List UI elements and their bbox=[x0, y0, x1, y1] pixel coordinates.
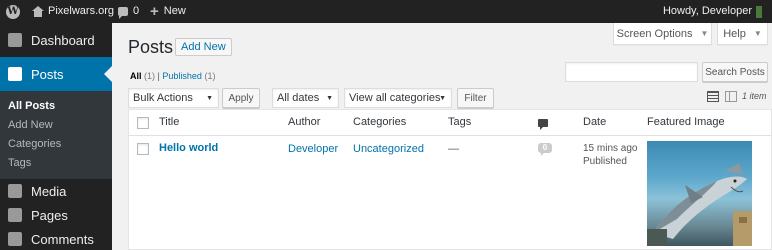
apply-button[interactable]: Apply bbox=[222, 88, 260, 108]
chevron-down-icon: ▼ bbox=[206, 94, 213, 102]
select-all-checkbox[interactable] bbox=[137, 117, 149, 129]
views-separator: | bbox=[157, 71, 160, 81]
admin-sidebar: Dashboard Posts All Posts Add New Catego… bbox=[0, 23, 112, 250]
column-title[interactable]: Title bbox=[159, 116, 179, 128]
view-published-count: (1) bbox=[204, 71, 216, 81]
post-status-views: All (1) | Published (1) bbox=[130, 71, 215, 81]
table-header: Title Author Categories Tags Date Featur… bbox=[129, 110, 771, 136]
avatar bbox=[756, 5, 762, 18]
items-count: 1 item bbox=[742, 91, 767, 101]
column-author: Author bbox=[288, 116, 321, 128]
posts-table: Title Author Categories Tags Date Featur… bbox=[128, 109, 772, 250]
submenu-tags[interactable]: Tags bbox=[0, 154, 112, 173]
submenu-add-new[interactable]: Add New bbox=[0, 116, 112, 135]
row-checkbox[interactable] bbox=[137, 143, 149, 155]
column-tags: Tags bbox=[448, 116, 472, 128]
help-button[interactable]: Help ▼ bbox=[717, 23, 768, 45]
excerpt-view-icon[interactable] bbox=[725, 91, 737, 102]
categories-select[interactable]: View all categories ▼ bbox=[344, 88, 452, 108]
admin-bar-new[interactable]: + New bbox=[150, 0, 186, 23]
post-status: Published bbox=[583, 156, 627, 167]
sidebar-item-comments[interactable]: Comments bbox=[0, 227, 112, 250]
pin-icon bbox=[8, 67, 22, 81]
comment-count-badge[interactable]: 0 bbox=[538, 143, 552, 156]
chevron-down-icon: ▼ bbox=[439, 94, 446, 102]
account-menu[interactable]: Howdy, Developer bbox=[663, 0, 772, 23]
bulk-actions-select[interactable]: Bulk Actions ▼ bbox=[128, 88, 219, 108]
column-date[interactable]: Date bbox=[583, 116, 606, 128]
view-all-count: (1) bbox=[144, 71, 156, 81]
dates-select[interactable]: All dates ▼ bbox=[272, 88, 339, 108]
pages-icon bbox=[8, 208, 22, 222]
filter-button[interactable]: Filter bbox=[457, 88, 494, 108]
comment-icon bbox=[8, 232, 22, 246]
post-author-link[interactable]: Developer bbox=[288, 143, 338, 155]
post-title-link[interactable]: Hello world bbox=[159, 142, 218, 154]
column-categories: Categories bbox=[353, 116, 407, 128]
admin-bar-comments[interactable]: 0 bbox=[118, 0, 139, 23]
dashboard-icon bbox=[8, 33, 22, 47]
admin-bar: W Pixelwars.org 0 + New Howdy, Developer bbox=[0, 0, 772, 23]
sidebar-item-media[interactable]: Media bbox=[0, 179, 112, 203]
shark-image bbox=[647, 163, 752, 246]
posts-submenu: All Posts Add New Categories Tags bbox=[0, 91, 112, 179]
page-title: Posts bbox=[128, 37, 174, 57]
media-icon bbox=[8, 184, 22, 198]
list-view-icon[interactable] bbox=[707, 91, 719, 102]
sidebar-item-posts[interactable]: Posts bbox=[0, 57, 112, 91]
submenu-categories[interactable]: Categories bbox=[0, 135, 112, 154]
site-name-link[interactable]: Pixelwars.org bbox=[32, 0, 114, 23]
plus-icon: + bbox=[150, 3, 159, 20]
add-new-button[interactable]: Add New bbox=[175, 38, 232, 56]
search-posts-button[interactable]: Search Posts bbox=[702, 62, 768, 82]
sidebar-item-pages[interactable]: Pages bbox=[0, 203, 112, 227]
caret-down-icon: ▼ bbox=[753, 29, 762, 38]
view-all-link[interactable]: All bbox=[130, 71, 142, 81]
caret-down-icon: ▼ bbox=[700, 29, 709, 38]
chevron-down-icon: ▼ bbox=[326, 94, 333, 102]
featured-image-thumbnail bbox=[647, 141, 752, 246]
post-tags: — bbox=[448, 143, 459, 155]
wordpress-logo-icon[interactable]: W bbox=[6, 0, 24, 23]
comments-column-icon[interactable] bbox=[538, 119, 548, 130]
sidebar-item-dashboard[interactable]: Dashboard bbox=[0, 23, 112, 57]
view-published-link[interactable]: Published bbox=[162, 71, 202, 81]
post-date: 15 mins ago bbox=[583, 143, 638, 154]
screen-options-button[interactable]: Screen Options ▼ bbox=[613, 23, 712, 45]
home-icon bbox=[32, 6, 44, 17]
post-category-link[interactable]: Uncategorized bbox=[353, 143, 424, 155]
comment-bubble-icon bbox=[118, 7, 128, 19]
submenu-all-posts[interactable]: All Posts bbox=[0, 97, 112, 116]
search-input[interactable] bbox=[565, 62, 698, 82]
column-featured-image: Featured Image bbox=[647, 116, 725, 128]
